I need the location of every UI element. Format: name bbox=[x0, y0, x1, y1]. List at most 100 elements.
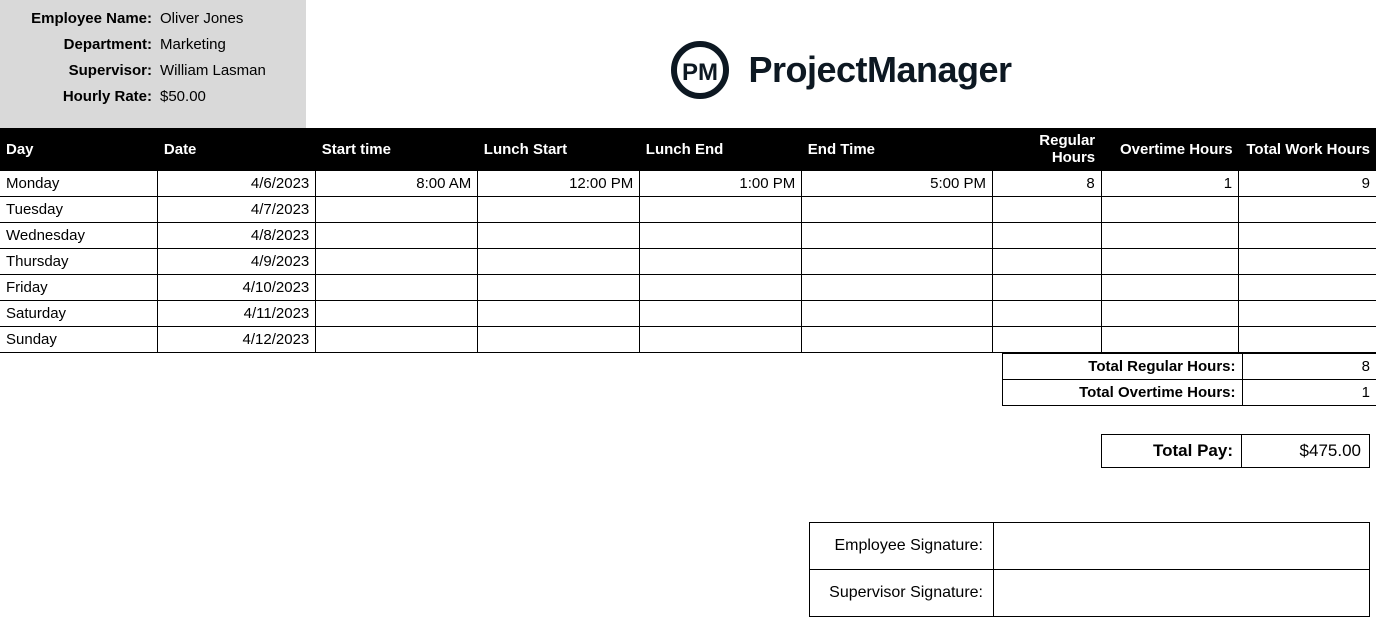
brand-name: ProjectManager bbox=[748, 49, 1011, 91]
cell-end[interactable] bbox=[802, 301, 993, 327]
table-row: Wednesday4/8/2023 bbox=[0, 223, 1376, 249]
cell-start[interactable]: 8:00 AM bbox=[316, 171, 478, 197]
cell-lunch-end[interactable] bbox=[640, 327, 802, 353]
employee-info-panel: Employee Name: Oliver Jones Department: … bbox=[0, 0, 306, 128]
cell-total bbox=[1239, 197, 1376, 223]
header-area: Employee Name: Oliver Jones Department: … bbox=[0, 0, 1376, 128]
table-row: Saturday4/11/2023 bbox=[0, 301, 1376, 327]
cell-day: Thursday bbox=[0, 249, 158, 275]
employee-signature-field[interactable] bbox=[994, 523, 1370, 570]
employee-name-value: Oliver Jones bbox=[158, 6, 243, 32]
cell-start[interactable] bbox=[316, 223, 478, 249]
cell-regular[interactable] bbox=[992, 301, 1101, 327]
cell-overtime[interactable] bbox=[1101, 327, 1238, 353]
cell-regular[interactable] bbox=[992, 249, 1101, 275]
total-overtime-value: 1 bbox=[1242, 380, 1376, 406]
cell-regular[interactable] bbox=[992, 327, 1101, 353]
cell-day: Monday bbox=[0, 171, 158, 197]
cell-lunch-end[interactable] bbox=[640, 275, 802, 301]
cell-end[interactable] bbox=[802, 275, 993, 301]
cell-start[interactable] bbox=[316, 249, 478, 275]
cell-lunch-start[interactable] bbox=[478, 327, 640, 353]
cell-regular[interactable]: 8 bbox=[992, 171, 1101, 197]
cell-lunch-start[interactable] bbox=[478, 301, 640, 327]
total-pay-block: Total Pay: $475.00 bbox=[0, 434, 1376, 468]
cell-overtime[interactable] bbox=[1101, 197, 1238, 223]
col-lunch-end: Lunch End bbox=[640, 128, 802, 171]
cell-end[interactable] bbox=[802, 197, 993, 223]
cell-overtime[interactable]: 1 bbox=[1101, 171, 1238, 197]
cell-day: Friday bbox=[0, 275, 158, 301]
supervisor-signature-field[interactable] bbox=[994, 570, 1370, 617]
department-label: Department: bbox=[8, 32, 158, 58]
cell-day: Wednesday bbox=[0, 223, 158, 249]
table-header-row: Day Date Start time Lunch Start Lunch En… bbox=[0, 128, 1376, 171]
totals-block: Total Regular Hours: 8 Total Overtime Ho… bbox=[0, 353, 1376, 406]
cell-date[interactable]: 4/7/2023 bbox=[158, 197, 316, 223]
cell-end[interactable] bbox=[802, 223, 993, 249]
table-row: Monday4/6/20238:00 AM12:00 PM1:00 PM5:00… bbox=[0, 171, 1376, 197]
cell-overtime[interactable] bbox=[1101, 223, 1238, 249]
cell-date[interactable]: 4/8/2023 bbox=[158, 223, 316, 249]
cell-date[interactable]: 4/9/2023 bbox=[158, 249, 316, 275]
cell-total bbox=[1239, 223, 1376, 249]
cell-end[interactable]: 5:00 PM bbox=[802, 171, 993, 197]
cell-day: Saturday bbox=[0, 301, 158, 327]
total-regular-value: 8 bbox=[1242, 354, 1376, 380]
cell-lunch-start[interactable] bbox=[478, 223, 640, 249]
table-row: Tuesday4/7/2023 bbox=[0, 197, 1376, 223]
col-lunch-start: Lunch Start bbox=[478, 128, 640, 171]
cell-date[interactable]: 4/10/2023 bbox=[158, 275, 316, 301]
cell-overtime[interactable] bbox=[1101, 275, 1238, 301]
cell-day: Sunday bbox=[0, 327, 158, 353]
cell-lunch-end[interactable] bbox=[640, 223, 802, 249]
cell-start[interactable] bbox=[316, 275, 478, 301]
brand-area: PM ProjectManager bbox=[306, 0, 1376, 100]
total-overtime-label: Total Overtime Hours: bbox=[1002, 380, 1242, 406]
col-date: Date bbox=[158, 128, 316, 171]
cell-regular[interactable] bbox=[992, 275, 1101, 301]
col-day: Day bbox=[0, 128, 158, 171]
hourly-rate-label: Hourly Rate: bbox=[8, 84, 158, 110]
hourly-rate-value: $50.00 bbox=[158, 84, 206, 110]
signature-block: Employee Signature: Supervisor Signature… bbox=[0, 522, 1376, 617]
cell-overtime[interactable] bbox=[1101, 249, 1238, 275]
cell-lunch-start[interactable] bbox=[478, 249, 640, 275]
department-value: Marketing bbox=[158, 32, 226, 58]
cell-lunch-end[interactable] bbox=[640, 197, 802, 223]
table-row: Thursday4/9/2023 bbox=[0, 249, 1376, 275]
cell-total bbox=[1239, 301, 1376, 327]
cell-day: Tuesday bbox=[0, 197, 158, 223]
cell-end[interactable] bbox=[802, 327, 993, 353]
supervisor-signature-label: Supervisor Signature: bbox=[810, 570, 994, 617]
col-regular: Regular Hours bbox=[992, 128, 1101, 171]
total-regular-label: Total Regular Hours: bbox=[1002, 354, 1242, 380]
employee-name-label: Employee Name: bbox=[8, 6, 158, 32]
cell-lunch-end[interactable] bbox=[640, 301, 802, 327]
svg-text:PM: PM bbox=[682, 59, 718, 86]
cell-start[interactable] bbox=[316, 197, 478, 223]
cell-date[interactable]: 4/12/2023 bbox=[158, 327, 316, 353]
cell-end[interactable] bbox=[802, 249, 993, 275]
cell-total: 9 bbox=[1239, 171, 1376, 197]
cell-date[interactable]: 4/11/2023 bbox=[158, 301, 316, 327]
cell-start[interactable] bbox=[316, 327, 478, 353]
col-start: Start time bbox=[316, 128, 478, 171]
cell-overtime[interactable] bbox=[1101, 301, 1238, 327]
total-pay-label: Total Pay: bbox=[1102, 435, 1242, 468]
cell-lunch-end[interactable] bbox=[640, 249, 802, 275]
employee-signature-label: Employee Signature: bbox=[810, 523, 994, 570]
col-total: Total Work Hours bbox=[1239, 128, 1376, 171]
cell-lunch-start[interactable]: 12:00 PM bbox=[478, 171, 640, 197]
cell-date[interactable]: 4/6/2023 bbox=[158, 171, 316, 197]
cell-lunch-start[interactable] bbox=[478, 197, 640, 223]
cell-lunch-end[interactable]: 1:00 PM bbox=[640, 171, 802, 197]
col-overtime: Overtime Hours bbox=[1101, 128, 1238, 171]
cell-total bbox=[1239, 249, 1376, 275]
timesheet-table: Day Date Start time Lunch Start Lunch En… bbox=[0, 128, 1376, 353]
cell-lunch-start[interactable] bbox=[478, 275, 640, 301]
cell-regular[interactable] bbox=[992, 197, 1101, 223]
cell-start[interactable] bbox=[316, 301, 478, 327]
cell-regular[interactable] bbox=[992, 223, 1101, 249]
supervisor-value: William Lasman bbox=[158, 58, 266, 84]
